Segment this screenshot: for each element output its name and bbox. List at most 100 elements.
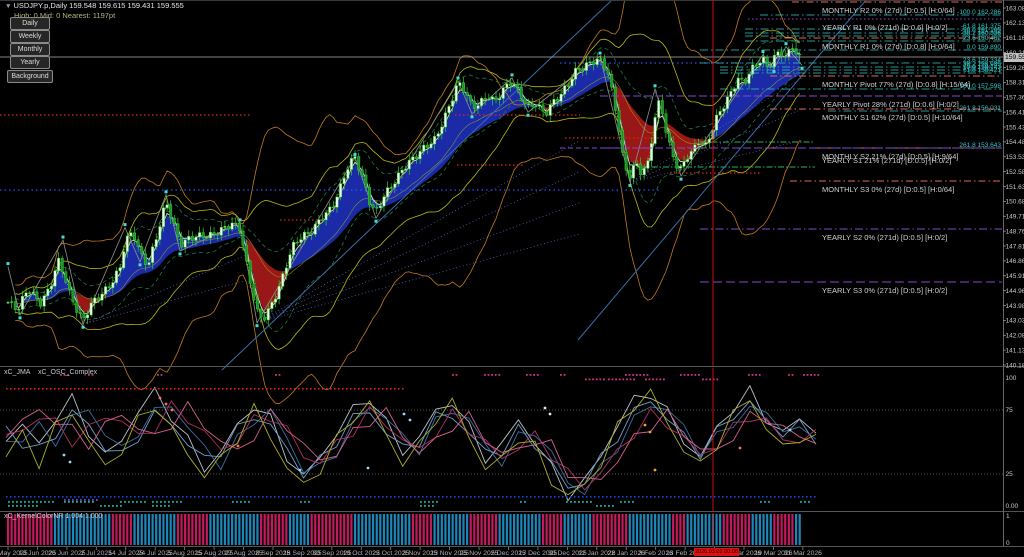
osc-blue-dot-row [518,496,520,498]
osc-red-dot-row [202,388,204,390]
osc-blue-dot-row [418,496,420,498]
kernel-bar [455,514,457,545]
osc-signal-dot [586,501,588,503]
osc-line-marker [367,467,370,470]
osc-blue-dot-row [178,496,180,498]
osc-signal-dot [36,501,38,503]
osc-signal-dot [8,505,10,507]
kernel-bar [509,514,511,545]
osc-signal-dot [180,501,182,503]
osc-blue-dot-row [754,496,756,498]
osc-blue-dot-row [346,496,348,498]
osc-red-dot-row [218,388,220,390]
osc-red-dot-row [30,388,32,390]
weekly-button[interactable]: Weekly [10,30,50,43]
osc-red-dot-row [78,388,80,390]
osc-signal-dot [48,501,50,503]
price-tick-label: 154.485 [1006,139,1024,146]
osc-blue-dot-row [158,496,160,498]
kernel-bar [567,514,569,545]
kernel-bar [405,514,407,545]
osc-signal-dot [300,501,302,503]
osc-signal-dot [645,379,647,381]
osc-blue-dot-row [502,496,504,498]
trendline [222,0,612,370]
kernel-bar [502,514,504,545]
osc-red-dot-row [398,388,400,390]
osc-blue-dot-row [542,496,544,498]
osc-blue-dot-row [806,496,808,498]
osc-signal-dot [803,374,805,376]
kernel-bar [426,514,428,545]
osc-red-dot-row [274,388,276,390]
kernel-bar [546,514,548,545]
osc-signal-dot [626,379,628,381]
osc-red-dot-row [18,388,20,390]
osc-blue-dot-row [270,496,272,498]
bull-cloud [290,86,543,269]
kernel-bar [379,514,381,545]
kernel-bar [618,514,620,545]
osc-red-dot-row [86,388,88,390]
osc-blue-dot-row [682,496,684,498]
kernel-bar [564,514,566,545]
background-button[interactable]: Background [7,70,53,83]
osc-blue-dot-row [482,496,484,498]
osc-blue-dot-row [174,496,176,498]
kernel-bar [611,514,613,545]
kernel-bar [524,514,526,545]
kernel-bar [343,514,345,545]
osc-blue-dot-row [190,496,192,498]
kernel-bar [791,514,793,545]
daily-button[interactable]: Daily [10,17,50,30]
osc-line-marker [409,419,412,422]
kernel-bar [231,514,233,545]
osc-blue-dot-row [258,496,260,498]
kernel-bar [770,514,772,545]
kernel-bar [603,514,605,545]
kernel-panel-title: xC_KernelColorNR 1.004 1.000 [4,513,102,520]
kernel-bar [303,514,305,545]
osc-signal-dot [698,374,700,376]
osc-signal-dot [156,505,158,507]
osc-blue-dot-row [186,496,188,498]
osc-line-marker [63,454,66,457]
osc-red-dot-row [334,388,336,390]
osc-red-dot-row [214,388,216,390]
price-tick-label: 159.260 [1006,65,1024,72]
osc-blue-dot-row [134,496,136,498]
osc-blue-dot-row [450,496,452,498]
oscillator-panel[interactable]: 10075250.00 [0,374,1019,510]
osc-blue-dot-row [654,496,656,498]
osc-blue-dot-row [690,496,692,498]
kernel-bar [766,514,768,545]
monthly-button[interactable]: Monthly [10,43,50,56]
osc-blue-dot-row [390,496,392,498]
price-tick-label: 145.910 [1006,273,1024,280]
osc-signal-dot [420,505,422,507]
osc-red-dot-row [38,388,40,390]
kernel-bar [394,514,396,545]
kernel-bar [419,514,421,545]
symbol-dropdown-icon[interactable]: ▼ [5,3,11,10]
osc-signal-dot [100,505,102,507]
osc-blue-dot-row [106,496,108,498]
osc-blue-dot-row [698,496,700,498]
osc-blue-dot-row [406,496,408,498]
yearly-button[interactable]: Yearly [10,56,50,69]
osc-signal-dot [112,505,114,507]
osc-scale-label: 100 [1006,375,1017,382]
osc-line-marker [789,429,792,432]
osc-signal-dot [488,374,490,376]
main-chart-panel[interactable]: -100.0 162.286-61.8 161.375-50.0 161.105… [0,0,1003,404]
osc-blue-dot-row [82,496,84,498]
chart-canvas[interactable]: -100.0 162.286-61.8 161.375-50.0 161.105… [0,0,1024,557]
osc-blue-dot-row [630,496,632,498]
osc-signal-dot [706,379,708,381]
osc-scale-label: 0.00 [1006,503,1019,510]
osc-signal-dot [432,505,434,507]
kernel-bar [191,514,193,545]
osc-blue-dot-row [370,496,372,498]
kernel-bars-panel[interactable]: 10 [7,513,1010,547]
kernel-bar [499,514,501,545]
